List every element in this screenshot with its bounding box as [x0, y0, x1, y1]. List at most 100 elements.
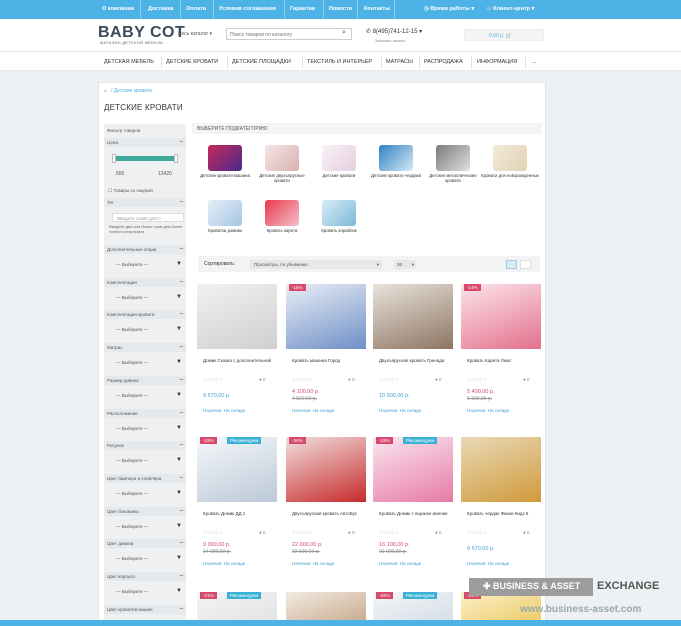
- filter-select-options[interactable]: — Выберите — ▼: [112, 260, 184, 269]
- product-image[interactable]: [197, 437, 277, 502]
- product-name[interactable]: Домик Сказка с дополнительной: [203, 358, 275, 363]
- product-old-price: 14 999,00 р.: [203, 549, 231, 555]
- filter-header-body-color[interactable]: Цвет корпуса –: [104, 572, 186, 581]
- product-image[interactable]: [373, 437, 453, 502]
- subcat-house-beds[interactable]: Кроватки домики: [196, 200, 254, 233]
- filter-select-body-color[interactable]: — Выберите — ▼: [112, 587, 184, 596]
- product-card[interactable]: -21% Рекомендуем: [197, 592, 277, 620]
- filter-header-sofa-size[interactable]: Размер дивана –: [104, 376, 186, 385]
- filter-header-bumper-color[interactable]: Цвет бампера и спойлера –: [104, 474, 186, 483]
- product-image[interactable]: [461, 284, 541, 349]
- product-image[interactable]: [373, 284, 453, 349]
- product-name[interactable]: Кровать Карета Люкс: [467, 358, 539, 363]
- product-name[interactable]: Кровать чердак Фанки Кидз 6: [467, 511, 539, 516]
- filter-select-set[interactable]: — Выберите — ▼: [112, 293, 184, 302]
- nav-sale[interactable]: РАСПРОДАЖА: [424, 59, 463, 65]
- price-range-slider[interactable]: [114, 156, 178, 161]
- filter-select-sofa-size[interactable]: — Выберите — ▼: [112, 391, 184, 400]
- filter-header-side-color[interactable]: Цвет боковины –: [104, 507, 186, 516]
- search-input[interactable]: Поиск товаров по каталогу: [226, 28, 352, 40]
- product-card[interactable]: -32% Рекомендуем: [373, 592, 453, 620]
- product-name[interactable]: Двухъярусная кровать Гренада: [379, 358, 451, 363]
- product-image[interactable]: [286, 437, 366, 502]
- product-card[interactable]: [286, 592, 366, 620]
- subcat-metal-beds[interactable]: Детские металлические кровати: [424, 145, 482, 183]
- product-price: 9 999,00 р.: [203, 542, 231, 548]
- filter-header-set[interactable]: Комплектация –: [104, 278, 186, 287]
- top-link-delivery[interactable]: Доставка: [148, 6, 173, 12]
- product-name[interactable]: Кровать машина Город: [292, 358, 364, 363]
- search-icon[interactable]: ⌕: [342, 29, 351, 39]
- price-min-input[interactable]: 500: [116, 171, 124, 177]
- filter-header-car-bed-color[interactable]: Цвет кроватей машин –: [104, 605, 186, 614]
- home-icon[interactable]: ⌂: [104, 88, 107, 94]
- subcat-bunk-beds[interactable]: Детские двухъярусные кровати: [253, 145, 311, 183]
- top-link-contacts[interactable]: Контакты: [364, 6, 390, 12]
- nav-kids-furniture[interactable]: ДЕТСКАЯ МЕБЕЛЬ: [104, 59, 154, 65]
- top-link-payment[interactable]: Оплата: [186, 6, 206, 12]
- client-center-dropdown[interactable]: ☺ Клиент-центр ▾: [486, 6, 534, 12]
- page-size-select[interactable]: 36 ▾: [394, 260, 416, 269]
- filter-sale-checkbox[interactable]: ☐ Товары со скидкой: [104, 186, 186, 195]
- grid-view-icon[interactable]: [506, 260, 517, 269]
- product-availability: Наличие: На складе: [467, 408, 510, 413]
- subcat-ship-bed[interactable]: Кровать кораблик: [310, 200, 368, 233]
- filter-header-options[interactable]: Дополнительные опции –: [104, 245, 186, 254]
- nav-mattresses[interactable]: МАТРАСЫ: [386, 59, 413, 65]
- subcat-loft-beds[interactable]: Детские кровати чердаки: [367, 145, 425, 178]
- filter-select-side-color[interactable]: — Выберите — ▼: [112, 522, 184, 531]
- discount-badge: -23%: [376, 437, 393, 444]
- catalog-select[interactable]: Весь каталог ▾: [178, 31, 212, 37]
- filter-select-pattern[interactable]: — Выберите — ▼: [112, 456, 184, 465]
- breadcrumb-link[interactable]: Детские кровати: [114, 88, 152, 94]
- nav-textile[interactable]: ТЕКСТИЛЬ И ИНТЕРЬЕР: [307, 59, 372, 65]
- top-link-terms[interactable]: Условия соглашения: [219, 6, 276, 12]
- subcat-car-beds[interactable]: Детские кровати машина: [196, 145, 254, 178]
- top-link-about[interactable]: О компании: [102, 6, 134, 12]
- product-name[interactable]: Кровать Домик ДД 1: [203, 511, 275, 516]
- callback-link[interactable]: Заказать звонок: [375, 38, 405, 43]
- top-link-news[interactable]: Новости: [329, 6, 352, 12]
- filter-header-mattress[interactable]: Матрас –: [104, 343, 186, 352]
- product-old-price: 21 000,00 р.: [379, 549, 407, 555]
- filter-header-pattern[interactable]: Рисунок –: [104, 441, 186, 450]
- filter-header-bed-set[interactable]: Комплектация кровати –: [104, 310, 186, 319]
- top-link-warranty[interactable]: Гарантии: [290, 6, 315, 12]
- filter-select-location[interactable]: — Выберите — ▼: [112, 424, 184, 433]
- product-name[interactable]: Двухъярусная кровать АвтоБус: [292, 511, 364, 516]
- price-slider-min-handle[interactable]: [112, 154, 116, 163]
- comment-icon: ● 0: [523, 530, 530, 535]
- subcat-carriage-bed[interactable]: Кровать карета: [253, 200, 311, 233]
- nav-more[interactable]: ...: [532, 59, 537, 65]
- product-image[interactable]: [286, 592, 366, 620]
- tag-input[interactable]: Введите слово для п: [112, 213, 184, 222]
- filter-header-sofa-color[interactable]: Цвет дивана –: [104, 539, 186, 548]
- price-slider-max-handle[interactable]: [174, 154, 178, 163]
- filter-select-bumper-color[interactable]: — Выберите — ▼: [112, 489, 184, 498]
- product-image[interactable]: [461, 437, 541, 502]
- cart-button[interactable]: 0,00 р. 🛒: [464, 29, 544, 41]
- filter-select-mattress[interactable]: — Выберите — ▼: [112, 358, 184, 367]
- nav-kids-beds[interactable]: ДЕТСКИЕ КРОВАТИ: [166, 59, 218, 65]
- product-image[interactable]: [197, 284, 277, 349]
- product-old-price: 6 300,00 р.: [467, 396, 493, 402]
- list-view-icon[interactable]: [520, 260, 531, 269]
- filter-tag-header[interactable]: Тег –: [104, 198, 186, 207]
- subcat-kids-beds[interactable]: Детские кровати: [310, 145, 368, 178]
- work-hours-dropdown[interactable]: ◷ Время работы ▾: [424, 6, 474, 12]
- price-max-input[interactable]: 13420: [158, 171, 172, 177]
- nav-playgrounds[interactable]: ДЕТСКИЕ ПЛОЩАДКИ: [232, 59, 291, 65]
- product-image[interactable]: [286, 284, 366, 349]
- filter-header-location[interactable]: Расположение –: [104, 409, 186, 418]
- filter-select-bed-set[interactable]: — Выберите — ▼: [112, 325, 184, 334]
- phone-number[interactable]: ✆ 8(495)741-12-15 ▾: [366, 28, 422, 35]
- filter-select-sofa-color[interactable]: — Выберите — ▼: [112, 554, 184, 563]
- filter-price-header[interactable]: Цена –: [104, 138, 186, 147]
- discount-badge: -15%: [289, 284, 306, 291]
- product-price: 9 570,00 р.: [203, 393, 231, 399]
- product-name[interactable]: Кровать Домик с ящиком анилие: [379, 511, 451, 516]
- discount-badge: -21%: [200, 592, 217, 599]
- nav-info[interactable]: ИНФОРМАЦИЯ: [477, 59, 517, 65]
- sort-select[interactable]: Просмотры, по убыванию ▾: [250, 260, 382, 269]
- subcat-newborn-beds[interactable]: Кровати для новорожденных: [481, 145, 539, 178]
